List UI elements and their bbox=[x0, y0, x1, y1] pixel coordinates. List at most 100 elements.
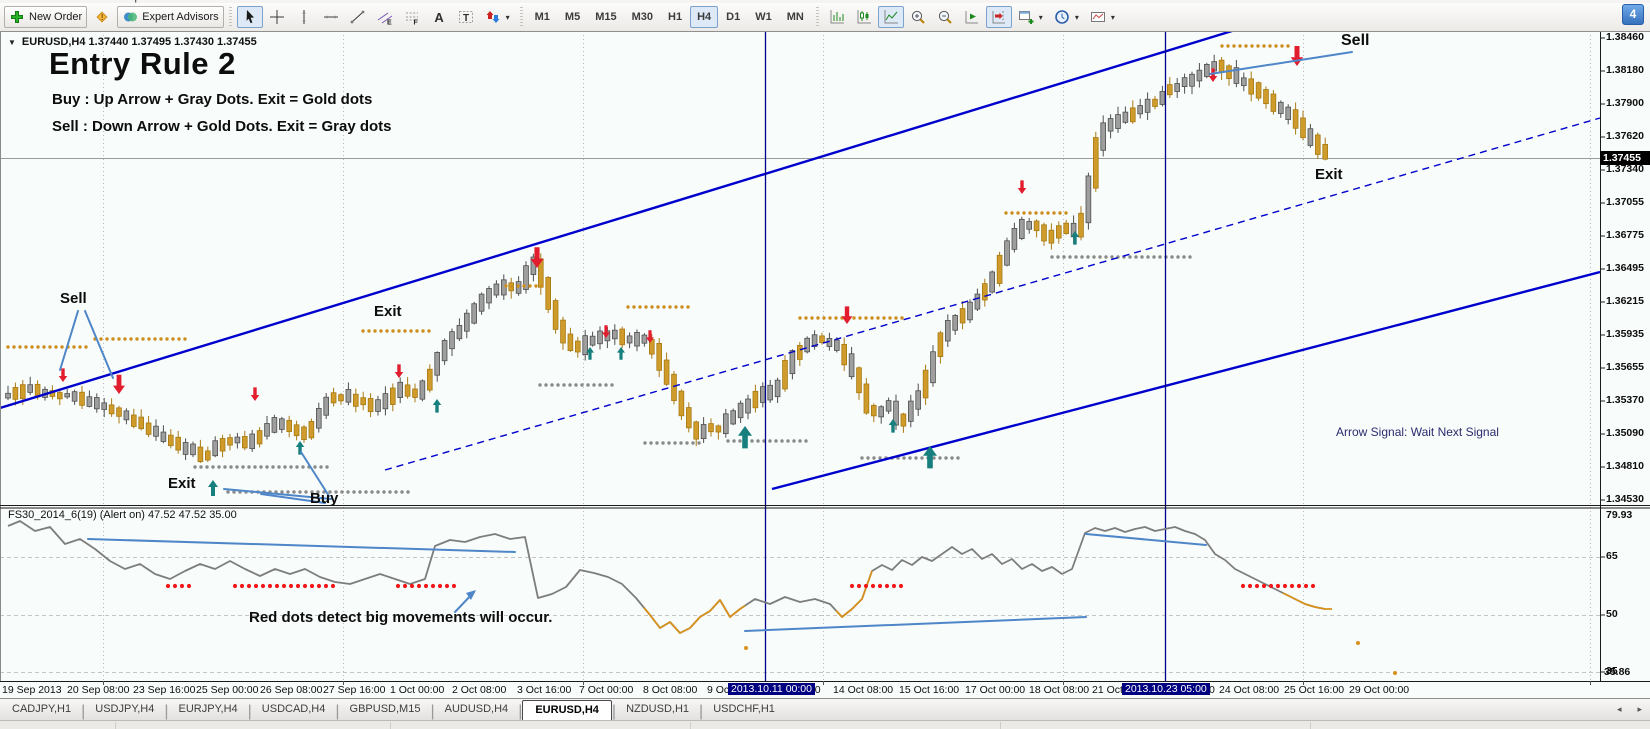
text-icon: A bbox=[431, 9, 447, 25]
price-axis-tick: 1.36215 bbox=[1606, 295, 1644, 307]
price-axis-tick: 1.34810 bbox=[1606, 460, 1644, 472]
chart-shift-button[interactable] bbox=[985, 6, 1012, 28]
time-axis-highlight: 2013.10.23 05:00 bbox=[1122, 683, 1210, 695]
toolbar: New Order ! Expert Advisors E F A T ▾ M1 M5 M1… bbox=[0, 3, 1650, 32]
price-axis-tick: 1.35655 bbox=[1606, 361, 1644, 373]
time-axis-label: 25 Oct 16:00 bbox=[1284, 684, 1345, 696]
fibonacci-button[interactable]: F bbox=[399, 6, 425, 28]
zoom-out-button[interactable] bbox=[932, 6, 958, 28]
sell-rule-text: Sell : Down Arrow + Gold Dots. Exit = Gr… bbox=[52, 118, 392, 135]
timeframe-m15-button[interactable]: M15 bbox=[588, 6, 623, 28]
symbol-tab-usdchf[interactable]: USDCHF,H1 bbox=[703, 699, 785, 721]
time-axis-label: 23 Sep 16:00 bbox=[133, 684, 196, 696]
templates-button[interactable]: ▾ bbox=[1085, 6, 1120, 28]
timeframe-h4-button[interactable]: H4 bbox=[690, 6, 719, 28]
price-axis-tick: 1.38180 bbox=[1606, 64, 1644, 76]
symbol-tab-eurjpy[interactable]: EURJPY,H4 bbox=[169, 699, 248, 721]
price-axis-tick: 1.37055 bbox=[1606, 196, 1644, 208]
new-order-icon bbox=[9, 9, 25, 25]
chart-canvas[interactable] bbox=[0, 0, 1650, 729]
price-axis-tick: 1.38460 bbox=[1606, 31, 1644, 43]
indicator-note: Red dots detect big movements will occur… bbox=[249, 609, 553, 626]
horizontal-line-icon bbox=[323, 9, 339, 25]
price-axis-tick: 1.36495 bbox=[1606, 262, 1644, 274]
timeframe-d1-button[interactable]: D1 bbox=[719, 6, 747, 28]
symbol-tab-gbpusd[interactable]: GBPUSD,M15 bbox=[340, 699, 431, 721]
horizontal-line-button[interactable] bbox=[318, 6, 344, 28]
svg-text:F: F bbox=[413, 20, 418, 26]
crosshair-button[interactable] bbox=[264, 6, 290, 28]
time-axis-label: 21 Oct bbox=[1092, 684, 1123, 696]
time-axis-label: 27 Sep 16:00 bbox=[323, 684, 386, 696]
notifications-badge[interactable]: 4 bbox=[1622, 4, 1644, 25]
chart-annotation-label: Sell bbox=[60, 290, 87, 307]
indicator-level-label: 50 bbox=[1606, 608, 1618, 620]
chart-shift-icon bbox=[991, 9, 1007, 25]
timeframe-m1-button[interactable]: M1 bbox=[528, 6, 557, 28]
periods-button[interactable]: ▾ bbox=[1049, 6, 1084, 28]
price-axis-tick: 1.34530 bbox=[1606, 493, 1644, 505]
timeframe-w1-button[interactable]: W1 bbox=[748, 6, 779, 28]
zoom-out-icon bbox=[937, 9, 953, 25]
buy-rule-text: Buy : Up Arrow + Gray Dots. Exit = Gold … bbox=[52, 91, 373, 108]
line-chart-button[interactable] bbox=[877, 6, 904, 28]
new-chart-button[interactable]: ▾ bbox=[1013, 6, 1048, 28]
tab-scroll-right-icon[interactable]: ▸ bbox=[1637, 704, 1642, 715]
warning-icon: ! bbox=[94, 9, 110, 25]
cursor-icon bbox=[242, 9, 258, 25]
candlestick-chart-icon bbox=[856, 9, 872, 25]
svg-text:T: T bbox=[463, 13, 469, 24]
dropdown-caret-icon: ▾ bbox=[1074, 12, 1079, 22]
price-axis-tick: 1.35935 bbox=[1606, 328, 1644, 340]
new-order-button[interactable]: New Order bbox=[4, 6, 88, 28]
time-axis-label: 20 Sep 08:00 bbox=[67, 684, 130, 696]
time-axis-label: 8 Oct 08:00 bbox=[643, 684, 698, 696]
vertical-line-button[interactable] bbox=[291, 6, 317, 28]
symbol-tab-usdcad[interactable]: USDCAD,H4 bbox=[252, 699, 336, 721]
time-axis-label: 1 Oct 00:00 bbox=[390, 684, 445, 696]
time-axis-label: 19 Sep 2013 bbox=[2, 684, 62, 696]
chart-annotation-label: Buy bbox=[310, 490, 339, 507]
time-axis-label: 26 Sep 08:00 bbox=[260, 684, 323, 696]
alerts-warning-button[interactable]: ! bbox=[89, 6, 115, 28]
symbol-tab-cadjpy[interactable]: CADJPY,H1 bbox=[2, 699, 81, 721]
time-axis-label: 18 Oct 08:00 bbox=[1029, 684, 1090, 696]
drawing-tools-group: E F A T ▾ bbox=[236, 6, 515, 28]
arrows-icon bbox=[485, 9, 501, 25]
timeframe-m30-button[interactable]: M30 bbox=[625, 6, 660, 28]
symbol-dropdown-icon[interactable]: ▼ bbox=[8, 38, 16, 47]
timeframe-mn-button[interactable]: MN bbox=[780, 6, 811, 28]
candlestick-chart-button[interactable] bbox=[851, 6, 877, 28]
text-label-button[interactable]: T bbox=[453, 6, 479, 28]
zoom-in-button[interactable] bbox=[905, 6, 931, 28]
expert-advisors-button[interactable]: Expert Advisors bbox=[117, 6, 224, 28]
bar-chart-button[interactable] bbox=[824, 6, 850, 28]
trendline-button[interactable] bbox=[345, 6, 371, 28]
symbol-tab-nzdusd[interactable]: NZDUSD,H1 bbox=[616, 699, 699, 721]
auto-scroll-button[interactable] bbox=[959, 6, 985, 28]
arrows-button[interactable]: ▾ bbox=[480, 6, 515, 28]
price-axis-tick: 1.36775 bbox=[1606, 229, 1644, 241]
equidistant-channel-button[interactable]: E bbox=[372, 6, 398, 28]
symbol-tab-eurusd[interactable]: EURUSD,H4 bbox=[522, 700, 612, 721]
tab-scroll-left-icon[interactable]: ◂ bbox=[1617, 704, 1622, 715]
symbol-tab-audusd[interactable]: AUDUSD,H4 bbox=[435, 699, 519, 721]
timeframe-h1-button[interactable]: H1 bbox=[661, 6, 689, 28]
symbol-tab-usdjpy[interactable]: USDJPY,H4 bbox=[85, 699, 164, 721]
chart-annotation-label: Sell bbox=[1341, 32, 1370, 49]
symbol-tabs: CADJPY,H1 | USDJPY,H4 | EURJPY,H4 | USDCAD,H4 |… bbox=[2, 699, 785, 721]
indicator-label: FS30_2014_6(19) (Alert on) 47.52 47.52 3… bbox=[8, 509, 237, 521]
equidistant-channel-icon: E bbox=[377, 9, 393, 25]
chart-annotation-label: Exit bbox=[1315, 166, 1343, 183]
text-button[interactable]: A bbox=[426, 6, 452, 28]
cursor-button[interactable] bbox=[236, 6, 263, 28]
price-axis-tick: 1.35090 bbox=[1606, 427, 1644, 439]
mt4-window: { "window": { "menu_remnant": "Help", "b… bbox=[0, 0, 1650, 729]
price-axis-tick: 1.37340 bbox=[1606, 163, 1644, 175]
periods-icon bbox=[1054, 9, 1070, 25]
status-separator bbox=[115, 722, 116, 729]
time-axis-label: 29 Oct 00:00 bbox=[1349, 684, 1410, 696]
time-axis-label: 2 Oct 08:00 bbox=[452, 684, 507, 696]
status-separator bbox=[690, 722, 691, 729]
timeframe-m5-button[interactable]: M5 bbox=[558, 6, 587, 28]
